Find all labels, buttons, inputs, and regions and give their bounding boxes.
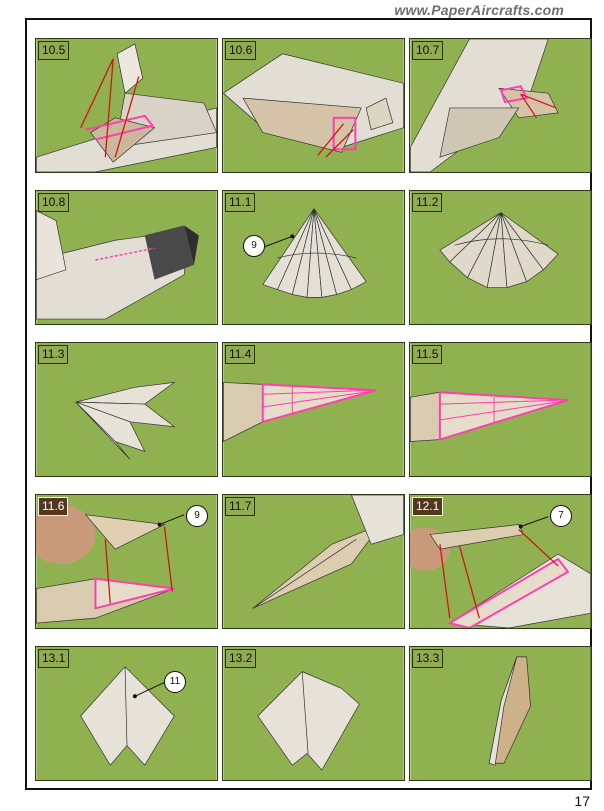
step-panel-11-2: 11.2 xyxy=(409,190,592,325)
step-panel-13-1: 13.1 11 xyxy=(35,646,218,781)
step-panel-10-7: 10.7 xyxy=(409,38,592,173)
step-number: 13.3 xyxy=(412,649,444,668)
step-number: 11.5 xyxy=(412,345,443,364)
site-url[interactable]: www.PaperAircrafts.com xyxy=(394,2,564,18)
step-panel-11-6: 11.6 9 xyxy=(35,494,218,629)
step-number: 13.2 xyxy=(225,649,257,668)
part-number-callout: 9 xyxy=(243,235,265,257)
step-number: 10.8 xyxy=(38,193,70,212)
step-panel-10-8: 10.8 xyxy=(35,190,218,325)
part-number-callout: 9 xyxy=(186,505,208,527)
step-number: 11.2 xyxy=(412,193,443,212)
step-panel-11-7: 11.7 xyxy=(222,494,405,629)
step-panel-11-1: 11.1 9 xyxy=(222,190,405,325)
step-number: 11.7 xyxy=(225,497,256,516)
step-number: 11.6 xyxy=(38,497,69,516)
step-panel-11-3: 11.3 xyxy=(35,342,218,477)
part-number-callout: 11 xyxy=(164,671,186,693)
step-number: 10.6 xyxy=(225,41,257,60)
step-number: 12.1 xyxy=(412,497,444,516)
step-number: 11.1 xyxy=(225,193,256,212)
step-number: 11.4 xyxy=(225,345,256,364)
step-panel-13-2: 13.2 xyxy=(222,646,405,781)
step-panel-10-6: 10.6 xyxy=(222,38,405,173)
instruction-frame: 10.5 10.6 10.7 10.8 11.1 9 11.2 11.3 11.… xyxy=(25,18,592,790)
step-number: 10.5 xyxy=(38,41,70,60)
step-panel-11-4: 11.4 xyxy=(222,342,405,477)
part-number-callout: 7 xyxy=(550,505,572,527)
step-number: 10.7 xyxy=(412,41,444,60)
step-panel-13-3: 13.3 xyxy=(409,646,592,781)
step-number: 13.1 xyxy=(38,649,70,668)
page-number: 17 xyxy=(574,793,590,809)
step-number: 11.3 xyxy=(38,345,69,364)
step-panel-12-1: 12.1 7 xyxy=(409,494,592,629)
step-panel-10-5: 10.5 xyxy=(35,38,218,173)
step-panel-11-5: 11.5 xyxy=(409,342,592,477)
